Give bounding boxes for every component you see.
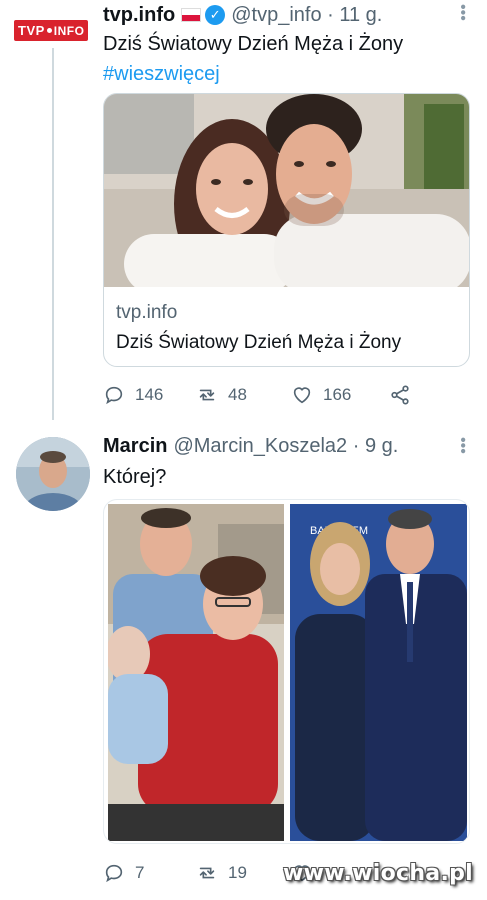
- retweet-count: 48: [228, 385, 247, 404]
- author-name[interactable]: Marcin: [103, 435, 167, 458]
- share-button[interactable]: [389, 384, 421, 406]
- tweet-media[interactable]: BAR... ZEM: [103, 499, 470, 844]
- tweet-header: tvp.info ✓ @tvp_info · 11 g.: [103, 2, 382, 28]
- tweet-marcin[interactable]: Marcin @Marcin_Koszela2 · 9 g. ••• Które…: [0, 425, 487, 900]
- tweet-actions: 146 48 166: [103, 384, 421, 406]
- photo-left[interactable]: [108, 504, 284, 841]
- hashtag-link[interactable]: #wieszwięcej: [103, 60, 220, 88]
- tweet-header: Marcin @Marcin_Koszela2 · 9 g.: [103, 433, 398, 459]
- author-name[interactable]: tvp.info: [103, 4, 175, 27]
- retweet-icon: [199, 389, 215, 401]
- retweet-count: 19: [228, 863, 247, 882]
- tweet-text: Której?: [103, 466, 167, 488]
- share-icon: [391, 385, 409, 405]
- author-handle-time[interactable]: @Marcin_Koszela2 · 9 g.: [173, 435, 398, 458]
- marcin-avatar[interactable]: [16, 437, 90, 511]
- more-options-icon[interactable]: •••: [454, 437, 471, 454]
- tweet-tvp-info[interactable]: TVP INFO tvp.info ✓ @tvp_info · 11 g. •••…: [0, 0, 487, 425]
- author-handle-time[interactable]: @tvp_info · 11 g.: [231, 4, 382, 27]
- more-options-icon[interactable]: •••: [454, 4, 471, 21]
- reply-icon: [105, 386, 123, 405]
- tvp-info-avatar[interactable]: TVP INFO: [14, 18, 90, 42]
- tvp-logo: TVP INFO: [14, 19, 89, 41]
- reply-count: 146: [135, 385, 164, 404]
- reply-button[interactable]: 7: [103, 862, 196, 884]
- tweet-text: Dziś Światowy Dzień Męża i Żony: [103, 33, 404, 55]
- retweet-button[interactable]: 48: [196, 384, 291, 406]
- card-image-couple: [104, 94, 469, 287]
- verified-badge-icon: ✓: [205, 5, 226, 25]
- photo-right[interactable]: BAR... ZEM: [290, 504, 467, 841]
- reply-icon: [105, 864, 123, 883]
- like-count: 166: [323, 385, 352, 404]
- card-title: Dziś Światowy Dzień Męża i Żony: [116, 332, 402, 353]
- poland-flag-icon: [181, 8, 202, 22]
- link-card[interactable]: tvp.info Dziś Światowy Dzień Męża i Żony: [103, 93, 470, 367]
- reply-button[interactable]: 146: [103, 384, 196, 406]
- card-domain: tvp.info: [116, 302, 178, 323]
- retweet-button[interactable]: 19: [196, 862, 291, 884]
- reply-count: 7: [135, 863, 145, 882]
- heart-icon: [293, 387, 311, 404]
- like-button[interactable]: 166: [291, 384, 389, 406]
- retweet-icon: [199, 867, 215, 879]
- watermark: www.wiocha.pl: [283, 861, 473, 886]
